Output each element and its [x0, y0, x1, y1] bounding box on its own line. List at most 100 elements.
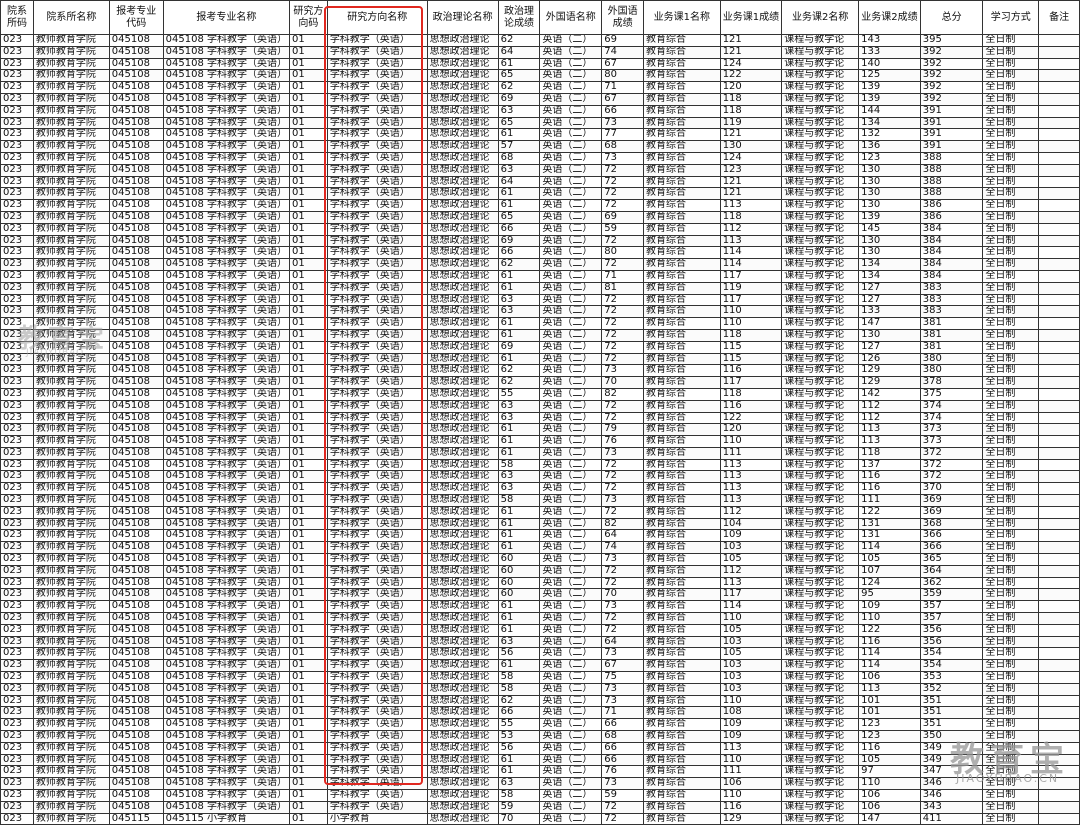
- cell-remark: [1038, 352, 1080, 366]
- cell-direction-code: 01: [289, 258, 328, 271]
- cell-total-score: 384: [919, 258, 984, 271]
- cell-dept-name: 教师教育学院: [32, 529, 110, 543]
- cell-course2-name: 课程与教学论: [781, 234, 860, 248]
- cell-course2-score: 123: [858, 151, 921, 165]
- cell-course2-score: 130: [858, 163, 921, 177]
- cell-course1-score: 113: [719, 199, 783, 212]
- cell-course2-name: 课程与教学论: [781, 69, 860, 83]
- cell-direction-name: 学科教学（英语）: [326, 69, 428, 83]
- cell-politics-name: 思想政治理论: [426, 576, 499, 590]
- cell-language-name: 英语（二）: [539, 104, 603, 118]
- cell-course1-name: 教育综合: [643, 517, 721, 531]
- cell-politics-score: 65: [497, 69, 541, 83]
- cell-language-name: 英语（二）: [539, 317, 603, 330]
- cell-remark: [1038, 305, 1080, 319]
- cell-language-name: 英语（二）: [539, 765, 603, 779]
- cell-major-name: 045108 学科教学（英语）: [162, 340, 291, 354]
- cell-study-mode: 全日制: [982, 671, 1040, 684]
- cell-course2-name: 课程与教学论: [781, 281, 860, 295]
- cell-dept-code: 023: [0, 718, 34, 732]
- cell-major-name: 045108 学科教学（英语）: [162, 765, 291, 779]
- cell-dept-code: 023: [0, 116, 34, 130]
- cell-language-score: 81: [601, 281, 645, 295]
- cell-politics-name: 思想政治理论: [426, 151, 499, 165]
- cell-course1-score: 122: [719, 69, 783, 83]
- table-row: 023 教师教育学院 045108 045108 学科教学（英语） 01 学科教学（英语）…: [0, 246, 1080, 260]
- cell-course2-score: 137: [858, 458, 921, 472]
- cell-major-code: 045108: [108, 800, 164, 814]
- cell-major-code: 045108: [108, 140, 164, 153]
- column-header: 业务课1名称: [643, 0, 721, 35]
- cell-course1-name: 教育综合: [643, 199, 721, 212]
- cell-course2-score: 133: [858, 305, 921, 319]
- cell-direction-code: 01: [289, 175, 328, 189]
- cell-dept-name: 教师教育学院: [32, 505, 110, 519]
- cell-course1-name: 教育综合: [643, 163, 721, 177]
- cell-language-score: 76: [601, 765, 645, 779]
- table-row: 023 教师教育学院 045108 045108 学科教学（英语） 01 学科教学（英语）…: [0, 541, 1080, 555]
- cell-major-name: 045108 学科教学（英语）: [162, 352, 291, 366]
- cell-language-score: 73: [601, 777, 645, 790]
- cell-course1-name: 教育综合: [643, 151, 721, 165]
- cell-course1-name: 教育综合: [643, 281, 721, 295]
- cell-direction-code: 01: [289, 777, 328, 790]
- cell-major-code: 045108: [108, 364, 164, 378]
- cell-major-code: 045108: [108, 588, 164, 602]
- cell-major-code: 045108: [108, 258, 164, 271]
- table-row: 023 教师教育学院 045108 045108 学科教学（英语） 01 学科教学（英语）…: [0, 730, 1080, 743]
- cell-major-name: 045108 学科教学（英语）: [162, 210, 291, 224]
- cell-course1-score: 116: [719, 399, 783, 413]
- table-row: 023 教师教育学院 045108 045108 学科教学（英语） 01 学科教学（英语）…: [0, 163, 1080, 177]
- cell-politics-name: 思想政治理论: [426, 328, 499, 342]
- cell-language-score: 70: [601, 376, 645, 389]
- cell-major-code: 045108: [108, 741, 164, 755]
- cell-course2-score: 143: [858, 34, 921, 47]
- cell-course1-score: 116: [719, 800, 783, 814]
- table-row: 023 教师教育学院 045108 045108 学科教学（英语） 01 学科教学（英语）…: [0, 210, 1080, 224]
- cell-remark: [1038, 789, 1080, 802]
- cell-major-code: 045108: [108, 57, 164, 71]
- cell-major-code: 045108: [108, 376, 164, 389]
- cell-study-mode: 全日制: [982, 682, 1040, 696]
- cell-direction-name: 学科教学（英语）: [326, 387, 428, 401]
- cell-course2-name: 课程与教学论: [781, 494, 860, 507]
- cell-major-code: 045108: [108, 423, 164, 437]
- cell-language-name: 英语（二）: [539, 175, 603, 189]
- cell-major-name: 045108 学科教学（英语）: [162, 800, 291, 814]
- cell-total-score: 391: [919, 128, 984, 142]
- cell-total-score: 384: [919, 234, 984, 248]
- cell-dept-code: 023: [0, 529, 34, 543]
- cell-course1-name: 教育综合: [643, 116, 721, 130]
- cell-course2-score: 123: [858, 718, 921, 732]
- cell-language-name: 英语（二）: [539, 635, 603, 649]
- cell-course1-score: 108: [719, 706, 783, 720]
- cell-direction-code: 01: [289, 446, 328, 460]
- cell-total-score: 349: [919, 741, 984, 755]
- cell-politics-name: 思想政治理论: [426, 163, 499, 177]
- cell-dept-code: 023: [0, 352, 34, 366]
- cell-politics-name: 思想政治理论: [426, 234, 499, 248]
- cell-course1-score: 118: [719, 104, 783, 118]
- cell-total-score: 366: [919, 541, 984, 555]
- cell-course2-score: 116: [858, 470, 921, 484]
- cell-language-score: 72: [601, 187, 645, 201]
- cell-major-name: 045108 学科教学（英语）: [162, 328, 291, 342]
- cell-dept-name: 教师教育学院: [32, 600, 110, 614]
- cell-course2-score: 107: [858, 564, 921, 578]
- cell-study-mode: 全日制: [982, 564, 1040, 578]
- cell-course2-name: 课程与教学论: [781, 635, 860, 649]
- cell-major-name: 045108 学科教学（英语）: [162, 423, 291, 437]
- cell-major-name: 045108 学科教学（英语）: [162, 635, 291, 649]
- cell-course1-name: 教育综合: [643, 423, 721, 437]
- cell-total-score: 364: [919, 564, 984, 578]
- cell-course1-name: 教育综合: [643, 328, 721, 342]
- cell-dept-code: 023: [0, 69, 34, 83]
- cell-language-name: 英语（二）: [539, 659, 603, 673]
- cell-language-name: 英语（二）: [539, 800, 603, 814]
- cell-direction-name: 小学教育: [326, 812, 428, 825]
- cell-course2-name: 课程与教学论: [781, 364, 860, 378]
- cell-course2-name: 课程与教学论: [781, 470, 860, 484]
- cell-dept-name: 教师教育学院: [32, 706, 110, 720]
- cell-total-score: 368: [919, 517, 984, 531]
- cell-study-mode: 全日制: [982, 352, 1040, 366]
